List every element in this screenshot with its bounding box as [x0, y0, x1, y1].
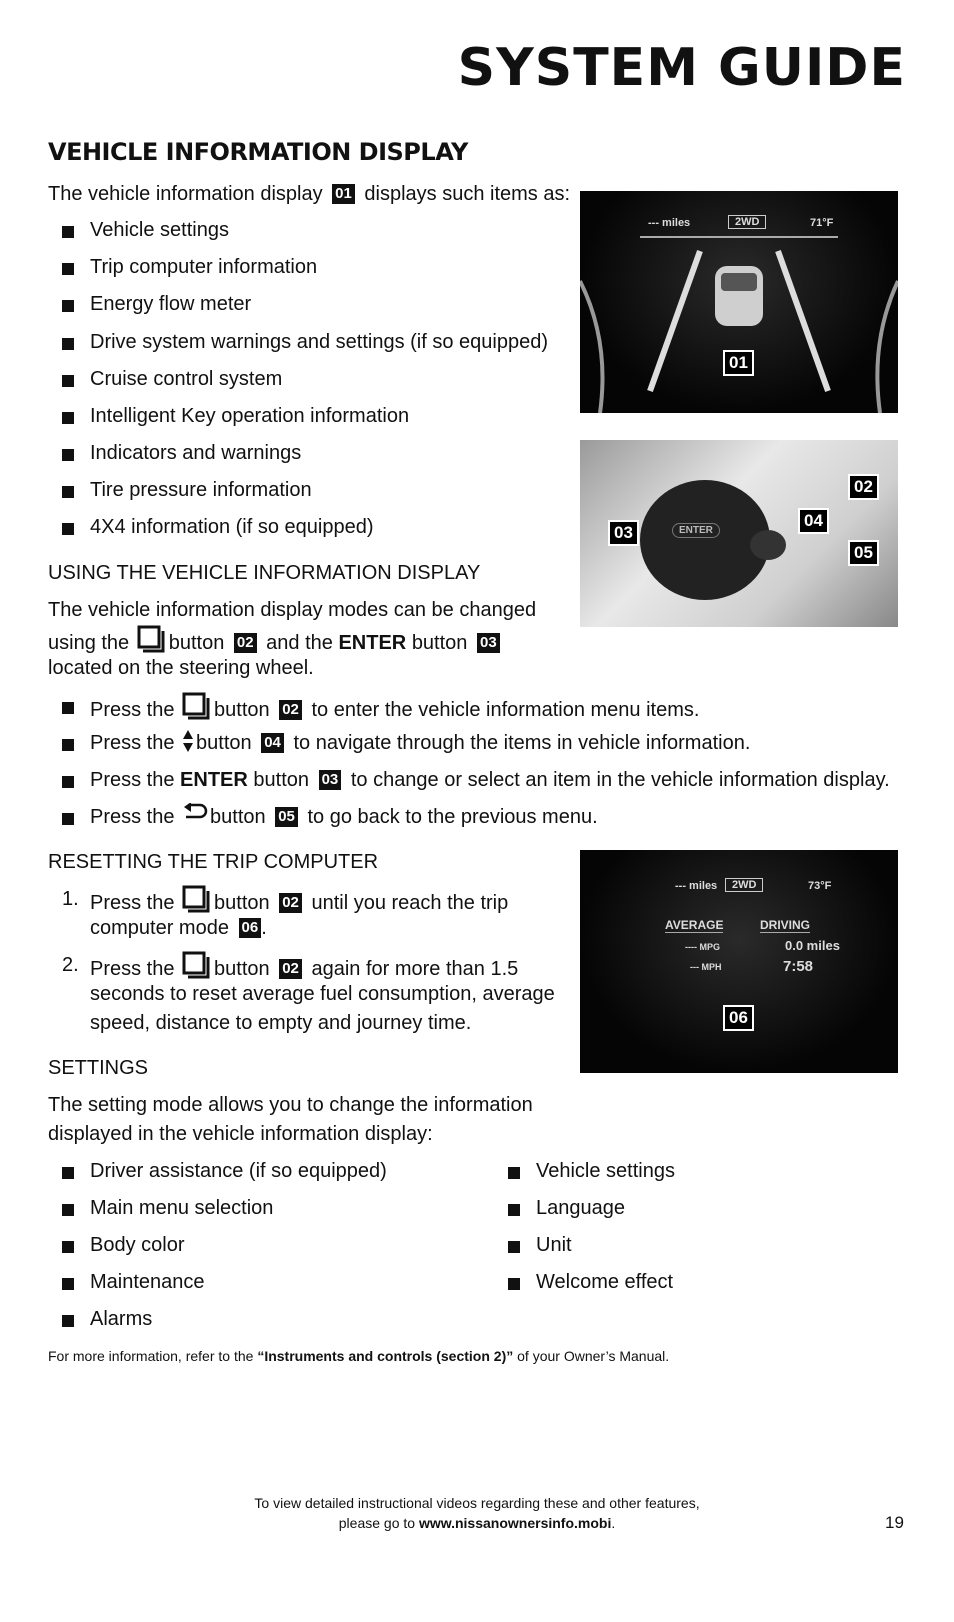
step-number: 2.	[62, 954, 79, 976]
list-item: Cruise control system	[90, 368, 283, 390]
menu-button-icon	[182, 885, 210, 913]
car-graphic	[580, 249, 898, 413]
list-item: Energy flow meter	[90, 293, 252, 315]
list-item: Tire pressure information	[90, 479, 312, 501]
step-back: Press the button 05 to go back to the pr…	[90, 803, 598, 832]
using-heading: USING THE VEHICLE INFORMATION DISPLAY	[48, 562, 481, 584]
step-navigate: Press the button 04 to navigate through …	[90, 729, 750, 758]
reset-step-1-cont: computer mode 06.	[90, 917, 267, 939]
list-item: Body color	[90, 1234, 185, 1256]
page-number: 19	[885, 1513, 904, 1532]
section-heading: VEHICLE INFORMATION DISPLAY	[48, 138, 468, 166]
list-item: Vehicle settings	[90, 219, 229, 241]
list-item: Trip computer information	[90, 256, 318, 278]
intro-text: The vehicle information display 01 displ…	[48, 183, 571, 205]
step-menu: Press the button 02 to enter the vehicle…	[90, 692, 699, 725]
using-paragraph: located on the steering wheel.	[48, 657, 314, 679]
badge-01: 01	[332, 184, 355, 204]
footer-line-2: please go to www.nissanownersinfo.mobi.	[338, 1515, 616, 1531]
using-paragraph: The vehicle information display modes ca…	[48, 599, 537, 621]
reset-step-2-cont: speed, distance to empty and journey tim…	[90, 1012, 472, 1034]
reset-step-2-cont: seconds to reset average fuel consumptio…	[90, 983, 555, 1005]
step-enter: Press the ENTER button 03 to change or s…	[90, 769, 890, 791]
up-down-arrow-icon	[183, 730, 194, 752]
list-item: Indicators and warnings	[90, 442, 302, 464]
cluster-display-photo: --- miles 2WD 71°F 01	[580, 191, 898, 413]
page-title: SYSTEM GUIDE	[457, 38, 906, 98]
footer-line-1: To view detailed instructional videos re…	[254, 1495, 700, 1511]
trip-computer-photo: --- miles 2WD 73°F AVERAGE DRIVING ---- …	[580, 850, 898, 1073]
list-item: Unit	[536, 1234, 572, 1256]
list-item: Intelligent Key operation information	[90, 405, 410, 427]
list-item: Main menu selection	[90, 1197, 274, 1219]
reset-heading: RESETTING THE TRIP COMPUTER	[48, 851, 379, 873]
settings-paragraph: The setting mode allows you to change th…	[48, 1094, 533, 1116]
list-item: Welcome effect	[536, 1271, 674, 1293]
menu-button-icon	[182, 692, 210, 720]
list-item: Driver assistance (if so equipped)	[90, 1160, 387, 1182]
list-item: Drive system warnings and settings (if s…	[90, 331, 548, 353]
list-item: Language	[536, 1197, 625, 1219]
settings-paragraph: displayed in the vehicle information dis…	[48, 1123, 433, 1145]
step-number: 1.	[62, 888, 79, 910]
menu-button-icon	[137, 625, 165, 653]
reference-note: For more information, refer to the “Inst…	[48, 1348, 670, 1364]
list-item: Maintenance	[90, 1271, 205, 1293]
list-item: Alarms	[90, 1308, 153, 1330]
menu-button-icon	[182, 951, 210, 979]
list-item: Vehicle settings	[536, 1160, 675, 1182]
back-arrow-icon	[184, 803, 208, 819]
settings-heading: SETTINGS	[48, 1057, 149, 1079]
website-link[interactable]: www.nissanownersinfo.mobi	[419, 1515, 611, 1531]
list-item: 4X4 information (if so equipped)	[90, 516, 374, 538]
steering-wheel-controls-photo: ENTER 02 03 04 05	[580, 440, 898, 627]
